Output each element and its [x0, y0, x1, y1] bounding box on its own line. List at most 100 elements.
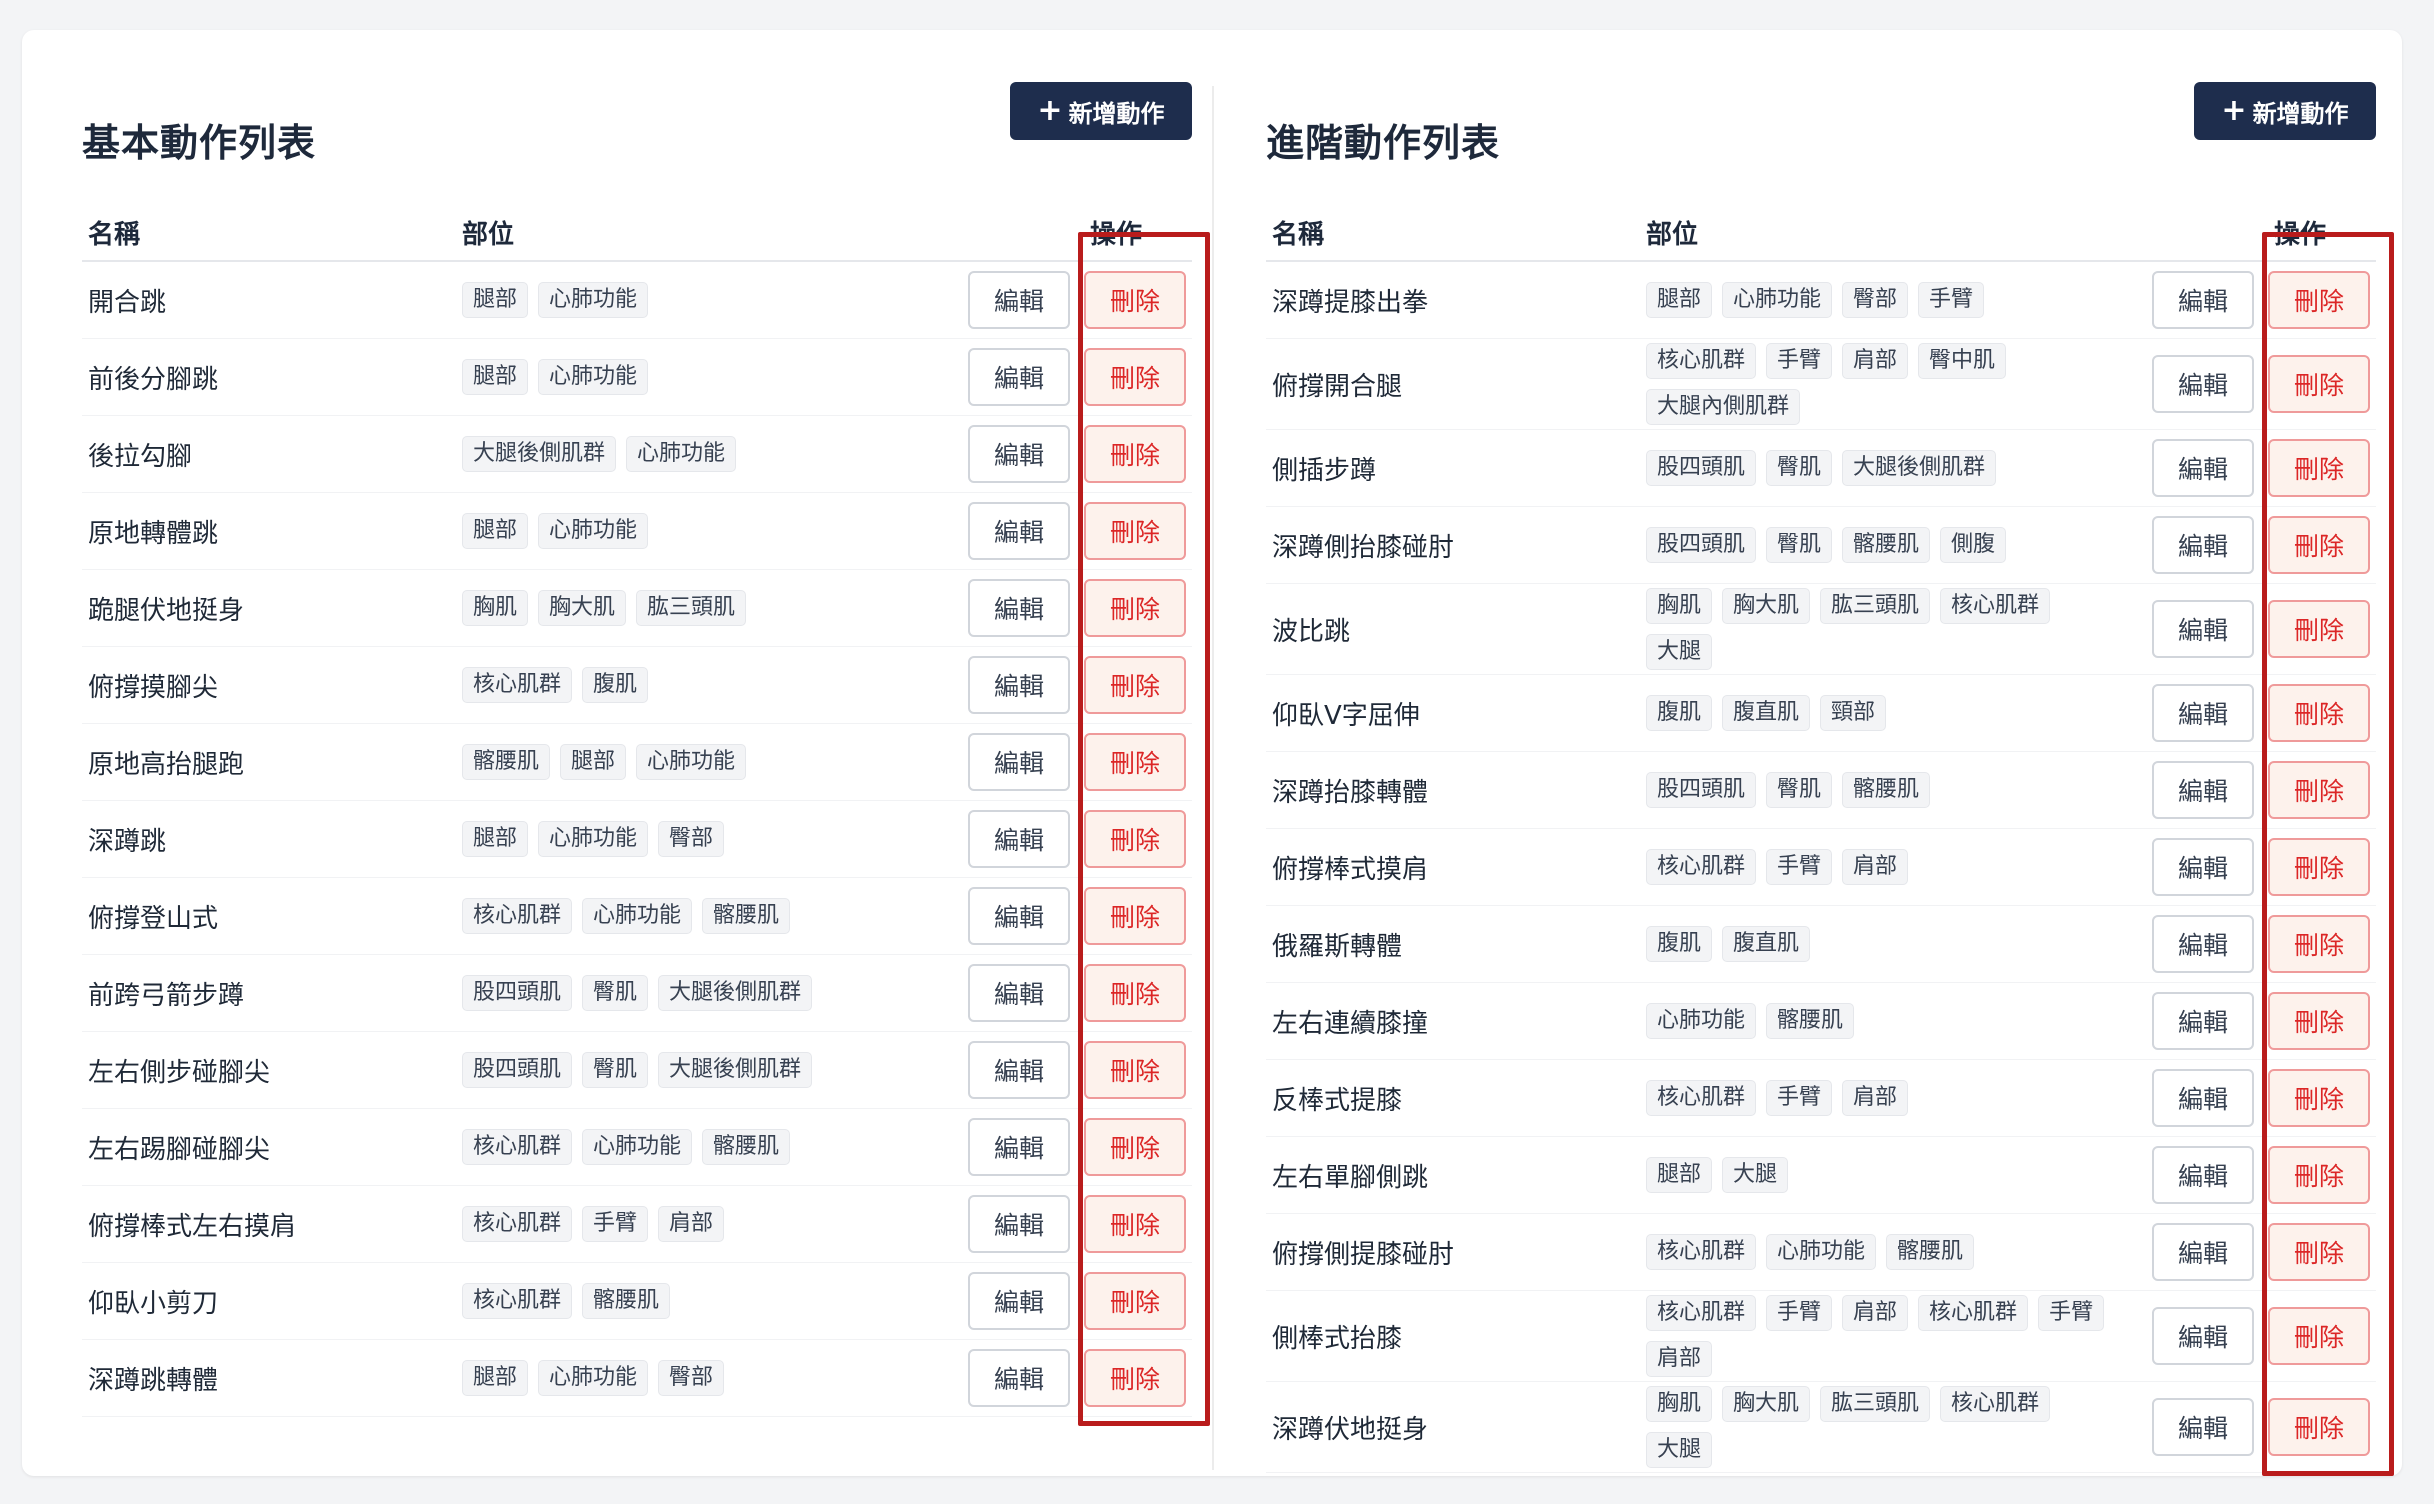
body-part-tag: 股四頭肌 [1646, 527, 1757, 563]
row-actions: 編輯 刪除 [2152, 271, 2370, 329]
exercise-name: 深蹲抬膝轉體 [1272, 777, 1429, 808]
edit-button[interactable]: 編輯 [2152, 1307, 2254, 1365]
exercise-name: 後拉勾腳 [88, 441, 193, 472]
body-part-tags: 腹肌 腹直肌 [1646, 926, 2126, 962]
edit-button[interactable]: 編輯 [968, 887, 1070, 945]
panel-title: 基本動作列表 [82, 121, 317, 165]
edit-button[interactable]: 編輯 [2152, 1398, 2254, 1456]
body-part-tag: 髂腰肌 [462, 744, 551, 780]
delete-button[interactable]: 刪除 [1084, 964, 1186, 1022]
delete-button[interactable]: 刪除 [2268, 439, 2370, 497]
delete-button[interactable]: 刪除 [2268, 1223, 2370, 1281]
delete-button[interactable]: 刪除 [2268, 1307, 2370, 1365]
delete-button[interactable]: 刪除 [2268, 992, 2370, 1050]
row-actions: 編輯 刪除 [968, 733, 1186, 791]
delete-button[interactable]: 刪除 [2268, 684, 2370, 742]
body-part-tag: 胸大肌 [1722, 1386, 1811, 1422]
edit-button[interactable]: 編輯 [2152, 684, 2254, 742]
delete-button[interactable]: 刪除 [1084, 1272, 1186, 1330]
exercise-name: 深蹲側抬膝碰肘 [1272, 532, 1455, 563]
delete-button[interactable]: 刪除 [2268, 915, 2370, 973]
edit-button[interactable]: 編輯 [968, 348, 1070, 406]
delete-button[interactable]: 刪除 [1084, 579, 1186, 637]
body-part-tag: 手臂 [2038, 1295, 2105, 1331]
body-part-tag: 心肺功能 [636, 744, 747, 780]
edit-button[interactable]: 編輯 [2152, 271, 2254, 329]
delete-button[interactable]: 刪除 [1084, 810, 1186, 868]
edit-button[interactable]: 編輯 [968, 656, 1070, 714]
edit-button[interactable]: 編輯 [968, 1272, 1070, 1330]
edit-button[interactable]: 編輯 [968, 425, 1070, 483]
edit-button[interactable]: 編輯 [2152, 355, 2254, 413]
delete-button[interactable]: 刪除 [1084, 1118, 1186, 1176]
edit-button[interactable]: 編輯 [2152, 992, 2254, 1050]
exercise-name: 俯撐棒式左右摸肩 [88, 1211, 297, 1242]
delete-button[interactable]: 刪除 [2268, 355, 2370, 413]
edit-button[interactable]: 編輯 [968, 1041, 1070, 1099]
add-exercise-button[interactable]: + 新增動作 [2194, 82, 2376, 140]
delete-button[interactable]: 刪除 [1084, 733, 1186, 791]
delete-button[interactable]: 刪除 [2268, 1069, 2370, 1127]
body-part-tags: 腿部 大腿 [1646, 1157, 2126, 1193]
exercise-name: 俯撐側提膝碰肘 [1272, 1239, 1455, 1270]
row-actions: 編輯 刪除 [968, 348, 1186, 406]
add-exercise-label: 新增動作 [1068, 99, 1165, 128]
edit-button[interactable]: 編輯 [2152, 516, 2254, 574]
edit-button[interactable]: 編輯 [968, 579, 1070, 637]
body-part-tag: 大腿 [1646, 1432, 1713, 1468]
delete-button[interactable]: 刪除 [1084, 348, 1186, 406]
delete-button[interactable]: 刪除 [2268, 1398, 2370, 1456]
edit-button[interactable]: 編輯 [2152, 1146, 2254, 1204]
row-actions: 編輯 刪除 [968, 1272, 1186, 1330]
edit-button[interactable]: 編輯 [968, 502, 1070, 560]
body-part-tag: 大腿後側肌群 [658, 975, 813, 1011]
delete-button[interactable]: 刪除 [2268, 761, 2370, 819]
edit-button[interactable]: 編輯 [2152, 1223, 2254, 1281]
table-row: 原地高抬腿跑 髂腰肌 腿部 心肺功能 編輯 刪除 [82, 724, 1192, 801]
edit-button[interactable]: 編輯 [2152, 600, 2254, 658]
edit-button[interactable]: 編輯 [968, 271, 1070, 329]
edit-button[interactable]: 編輯 [968, 810, 1070, 868]
delete-button[interactable]: 刪除 [2268, 600, 2370, 658]
body-part-tag: 肩部 [1842, 849, 1909, 885]
edit-button[interactable]: 編輯 [2152, 761, 2254, 819]
delete-button[interactable]: 刪除 [1084, 1041, 1186, 1099]
body-part-tags: 腿部 心肺功能 臀部 [462, 1360, 942, 1396]
row-actions: 編輯 刪除 [2152, 600, 2370, 658]
delete-button[interactable]: 刪除 [1084, 425, 1186, 483]
delete-button[interactable]: 刪除 [2268, 838, 2370, 896]
row-actions: 編輯 刪除 [968, 579, 1186, 637]
body-part-tag: 臀肌 [1766, 527, 1833, 563]
body-part-tags: 腿部 心肺功能 [462, 359, 942, 395]
body-part-tag: 手臂 [582, 1206, 649, 1242]
delete-button[interactable]: 刪除 [1084, 502, 1186, 560]
body-part-tag: 臀中肌 [1918, 343, 2007, 379]
body-part-tag: 核心肌群 [462, 1206, 573, 1242]
table-row: 仰臥V字屈伸 腹肌 腹直肌 頸部 編輯 刪除 [1266, 675, 2376, 752]
body-part-tag: 腿部 [462, 513, 529, 549]
body-part-tags: 胸肌 胸大肌 肱三頭肌 [462, 590, 942, 626]
delete-button[interactable]: 刪除 [1084, 656, 1186, 714]
add-exercise-button[interactable]: + 新增動作 [1010, 82, 1192, 140]
table-row: 前跨弓箭步蹲 股四頭肌 臀肌 大腿後側肌群 編輯 刪除 [82, 955, 1192, 1032]
body-part-tag: 腿部 [462, 1360, 529, 1396]
edit-button[interactable]: 編輯 [968, 964, 1070, 1022]
delete-button[interactable]: 刪除 [2268, 1146, 2370, 1204]
delete-button[interactable]: 刪除 [1084, 1349, 1186, 1407]
row-actions: 編輯 刪除 [968, 1118, 1186, 1176]
edit-button[interactable]: 編輯 [2152, 838, 2254, 896]
delete-button[interactable]: 刪除 [2268, 516, 2370, 574]
delete-button[interactable]: 刪除 [2268, 271, 2370, 329]
delete-button[interactable]: 刪除 [1084, 271, 1186, 329]
body-part-tags: 核心肌群 手臂 肩部 核心肌群 手臂 肩部 [1646, 1295, 2126, 1377]
edit-button[interactable]: 編輯 [2152, 1069, 2254, 1127]
edit-button[interactable]: 編輯 [968, 1118, 1070, 1176]
body-part-tag: 肩部 [1842, 1295, 1909, 1331]
edit-button[interactable]: 編輯 [968, 1195, 1070, 1253]
edit-button[interactable]: 編輯 [2152, 439, 2254, 497]
edit-button[interactable]: 編輯 [968, 733, 1070, 791]
edit-button[interactable]: 編輯 [2152, 915, 2254, 973]
delete-button[interactable]: 刪除 [1084, 887, 1186, 945]
delete-button[interactable]: 刪除 [1084, 1195, 1186, 1253]
edit-button[interactable]: 編輯 [968, 1349, 1070, 1407]
